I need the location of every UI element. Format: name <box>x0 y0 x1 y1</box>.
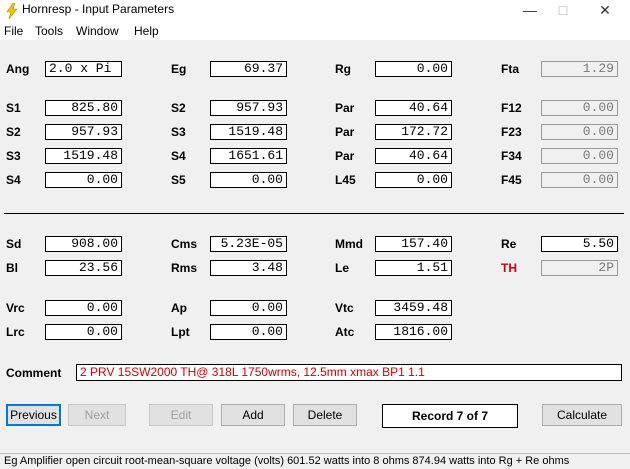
field-rms[interactable]: 3.48 <box>210 260 287 276</box>
field-le[interactable]: 1.51 <box>375 260 452 276</box>
label-par-3: Par <box>335 149 355 163</box>
label-rms: Rms <box>171 261 198 275</box>
field-rg[interactable]: 0.00 <box>375 61 452 77</box>
field-s4[interactable]: 1651.61 <box>210 148 287 164</box>
field-s5[interactable]: 0.00 <box>210 172 287 188</box>
field-ap[interactable]: 0.00 <box>210 300 287 316</box>
close-icon[interactable]: ✕ <box>585 0 625 22</box>
label-mmd: Mmd <box>335 237 363 251</box>
label-s1: S1 <box>6 101 21 115</box>
menu-bar: File Tools Window Help <box>0 22 630 40</box>
menu-window[interactable]: Window <box>76 24 119 38</box>
label-atc: Atc <box>335 325 355 339</box>
menu-file[interactable]: File <box>4 24 23 38</box>
field-par-2[interactable]: 172.72 <box>375 124 452 140</box>
field-sd[interactable]: 908.00 <box>45 236 122 252</box>
label-re: Re <box>501 237 517 251</box>
field-f34: 0.00 <box>541 148 618 164</box>
field-cms[interactable]: 5.23E-05 <box>210 236 287 252</box>
label-sd: Sd <box>6 237 22 251</box>
calculate-button[interactable]: Calculate <box>542 404 622 426</box>
label-s2: S2 <box>171 101 186 115</box>
field-f45: 0.00 <box>541 172 618 188</box>
label-s5: S5 <box>171 173 186 187</box>
field-lrc[interactable]: 0.00 <box>45 324 122 340</box>
field-ang[interactable]: 2.0 x Pi <box>45 61 122 77</box>
field-s3[interactable]: 1519.48 <box>210 124 287 140</box>
menu-tools[interactable]: Tools <box>35 24 63 38</box>
previous-button[interactable]: Previous <box>6 404 61 426</box>
label-comment: Comment <box>6 366 62 380</box>
label-le: Le <box>335 261 350 275</box>
label-s2-row: S2 <box>6 125 21 139</box>
field-par-1[interactable]: 40.64 <box>375 100 452 116</box>
maximize-icon[interactable]: □ <box>543 0 583 22</box>
label-eg: Eg <box>171 62 187 76</box>
label-s4-row: S4 <box>6 173 21 187</box>
field-s1[interactable]: 825.80 <box>45 100 122 116</box>
label-par-2: Par <box>335 125 355 139</box>
menu-help[interactable]: Help <box>134 24 159 38</box>
field-lpt[interactable]: 0.00 <box>210 324 287 340</box>
field-eg[interactable]: 69.37 <box>210 61 287 77</box>
field-re[interactable]: 5.50 <box>541 236 618 252</box>
window-title: Hornresp - Input Parameters <box>22 2 175 16</box>
label-s3-row: S3 <box>6 149 21 163</box>
label-fta: Fta <box>501 62 519 76</box>
field-vrc[interactable]: 0.00 <box>45 300 122 316</box>
field-fta: 1.29 <box>541 61 618 77</box>
label-par-1: Par <box>335 101 355 115</box>
record-indicator: Record 7 of 7 <box>382 404 518 428</box>
label-th: TH <box>501 261 517 275</box>
lightning-bolt-icon <box>6 3 18 19</box>
add-button[interactable]: Add <box>221 404 285 426</box>
label-cms: Cms <box>171 237 198 251</box>
field-s3-row[interactable]: 1519.48 <box>45 148 122 164</box>
field-s4-row[interactable]: 0.00 <box>45 172 122 188</box>
comment-field[interactable]: 2 PRV 15SW2000 TH@ 318L 1750wrms, 12.5mm… <box>76 364 622 381</box>
field-atc[interactable]: 1816.00 <box>375 324 452 340</box>
label-f34: F34 <box>501 149 522 163</box>
field-f23: 0.00 <box>541 124 618 140</box>
next-button[interactable]: Next <box>68 404 126 426</box>
label-vtc: Vtc <box>335 301 354 315</box>
field-th: 2P <box>541 260 618 276</box>
label-rg: Rg <box>335 62 351 76</box>
label-bl: Bl <box>6 261 18 275</box>
field-s2-row[interactable]: 957.93 <box>45 124 122 140</box>
field-vtc[interactable]: 3459.48 <box>375 300 452 316</box>
field-f12: 0.00 <box>541 100 618 116</box>
label-f23: F23 <box>501 125 522 139</box>
label-f12: F12 <box>501 101 522 115</box>
separator-line <box>4 213 624 214</box>
label-ap: Ap <box>171 301 187 315</box>
label-f45: F45 <box>501 173 522 187</box>
field-par-3[interactable]: 40.64 <box>375 148 452 164</box>
label-s3: S3 <box>171 125 186 139</box>
label-l45: L45 <box>335 173 356 187</box>
title-bar: Hornresp - Input Parameters — □ ✕ <box>0 0 630 22</box>
label-ang: Ang <box>6 62 30 76</box>
status-bar: Eg Amplifier open circuit root-mean-squa… <box>0 453 630 469</box>
edit-button[interactable]: Edit <box>149 404 213 426</box>
label-lrc: Lrc <box>6 325 25 339</box>
delete-button[interactable]: Delete <box>293 404 357 426</box>
field-mmd[interactable]: 157.40 <box>375 236 452 252</box>
field-l45[interactable]: 0.00 <box>375 172 452 188</box>
field-s2[interactable]: 957.93 <box>210 100 287 116</box>
label-s4: S4 <box>171 149 186 163</box>
label-vrc: Vrc <box>6 301 25 315</box>
field-bl[interactable]: 23.56 <box>45 260 122 276</box>
label-lpt: Lpt <box>171 325 190 339</box>
